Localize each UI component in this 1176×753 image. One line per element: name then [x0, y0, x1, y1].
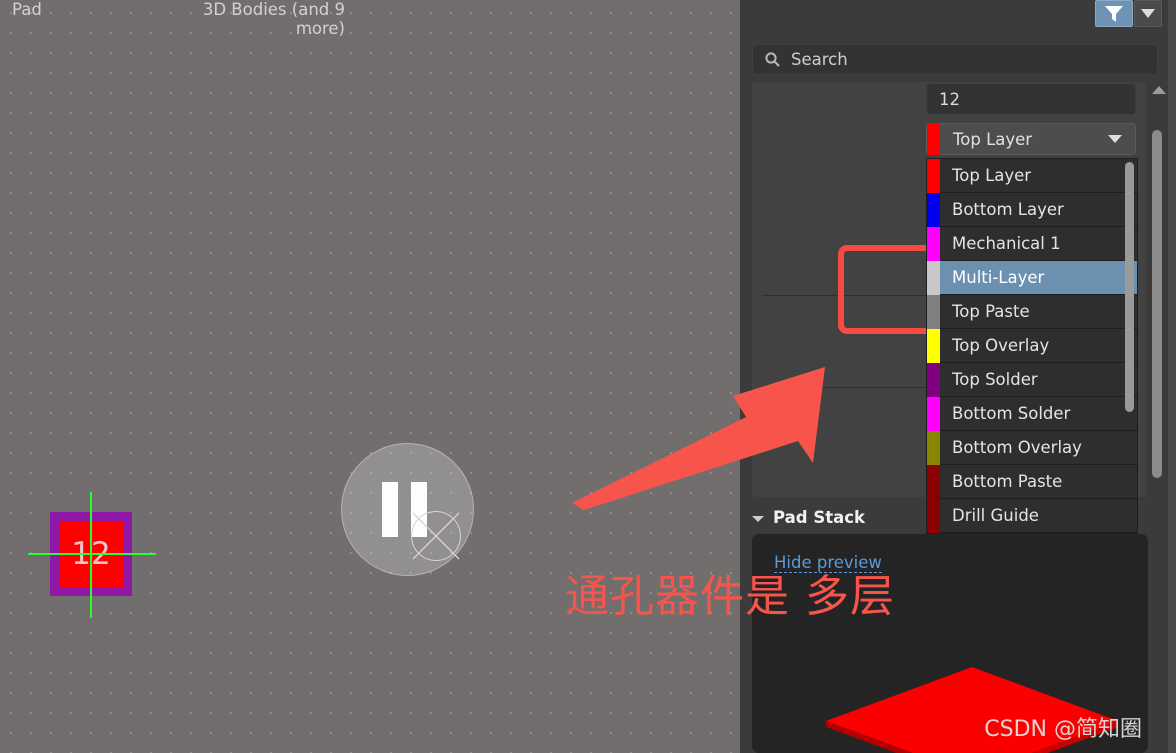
dropdown-option-label: Multi-Layer	[952, 268, 1045, 287]
layer-color-swatch	[927, 123, 940, 155]
panel-selection-summary: 3D Bodies (and 9 more)	[202, 0, 345, 38]
dropdown-option-label: Mechanical 1	[952, 234, 1061, 253]
layer-selected-value: Top Layer	[953, 129, 1033, 149]
crosshair-horizontal	[28, 553, 156, 555]
dropdown-scrollbar[interactable]	[1125, 162, 1134, 412]
dropdown-option-drill-guide[interactable]: Drill Guide	[927, 498, 1137, 533]
dropdown-option-label: Bottom Paste	[952, 472, 1063, 491]
layer-color-swatch	[927, 464, 940, 499]
dropdown-option-bottom-overlay[interactable]: Bottom Overlay	[927, 430, 1137, 465]
dropdown-option-top-paste[interactable]: Top Paste	[927, 294, 1137, 329]
layer-color-swatch	[927, 396, 940, 431]
pcb-canvas[interactable]: 12	[0, 0, 740, 753]
funnel-icon	[1105, 5, 1123, 22]
crosshair-vertical	[90, 492, 92, 618]
dropdown-option-label: Bottom Solder	[952, 404, 1071, 423]
dropdown-option-label: Drill Guide	[952, 506, 1039, 525]
dropdown-option-multi-layer[interactable]: Multi-Layer	[927, 260, 1137, 295]
dropdown-option-top-layer[interactable]: Top Layer	[927, 158, 1137, 193]
dropdown-option-bottom-paste[interactable]: Bottom Paste	[927, 464, 1137, 499]
layer-color-swatch	[927, 294, 940, 329]
search-icon	[765, 52, 780, 67]
dropdown-option-label: Top Layer	[952, 166, 1032, 185]
chevron-down-icon	[1141, 9, 1155, 18]
search-placeholder: Search	[791, 50, 848, 69]
dropdown-option-mechanical-1[interactable]: Mechanical 1	[927, 226, 1137, 261]
scroll-up-arrow-icon[interactable]	[1152, 86, 1166, 94]
filter-button[interactable]	[1095, 0, 1133, 27]
dropdown-option-bottom-solder[interactable]: Bottom Solder	[927, 396, 1137, 431]
dropdown-option-label: Bottom Layer	[952, 200, 1064, 219]
pad-stack-title: Pad Stack	[773, 508, 865, 527]
pad-stack-section-header[interactable]: Pad Stack	[752, 508, 865, 527]
layer-color-swatch	[927, 498, 940, 533]
panel-right-edge	[1168, 0, 1176, 753]
search-input[interactable]: Search	[752, 44, 1158, 75]
filter-dropdown-button[interactable]	[1134, 0, 1162, 27]
layer-dropdown-list[interactable]: Top Layer Bottom Layer Mechanical 1 Mult…	[926, 158, 1138, 534]
layer-color-swatch	[927, 192, 940, 227]
chevron-down-icon	[1108, 135, 1122, 143]
dropdown-option-label: Top Paste	[952, 302, 1030, 321]
annotation-note-text: 通孔器件是 多层	[565, 571, 895, 622]
dropdown-option-label: Top Solder	[952, 370, 1038, 389]
triangle-down-icon	[752, 516, 764, 522]
dropdown-option-top-solder[interactable]: Top Solder	[927, 362, 1137, 397]
crosshair-circle-cursor	[405, 505, 467, 567]
dropdown-option-top-overlay[interactable]: Top Overlay	[927, 328, 1137, 363]
layer-color-swatch	[927, 362, 940, 397]
designator-input[interactable]: 12	[926, 83, 1136, 115]
dropdown-option-label: Top Overlay	[952, 336, 1050, 355]
layer-color-swatch	[927, 158, 940, 193]
layer-combobox[interactable]: Top Layer	[926, 123, 1136, 155]
dropdown-option-bottom-layer[interactable]: Bottom Layer	[927, 192, 1137, 227]
layer-color-swatch	[927, 260, 940, 295]
watermark-text: CSDN @简知圈	[984, 717, 1142, 742]
layer-color-swatch	[927, 430, 940, 465]
panel-scrollbar-thumb[interactable]	[1152, 130, 1162, 478]
layer-color-swatch	[927, 226, 940, 261]
panel-object-type: Pad	[12, 0, 42, 19]
dropdown-option-label: Bottom Overlay	[952, 438, 1082, 457]
layer-color-swatch	[927, 328, 940, 363]
